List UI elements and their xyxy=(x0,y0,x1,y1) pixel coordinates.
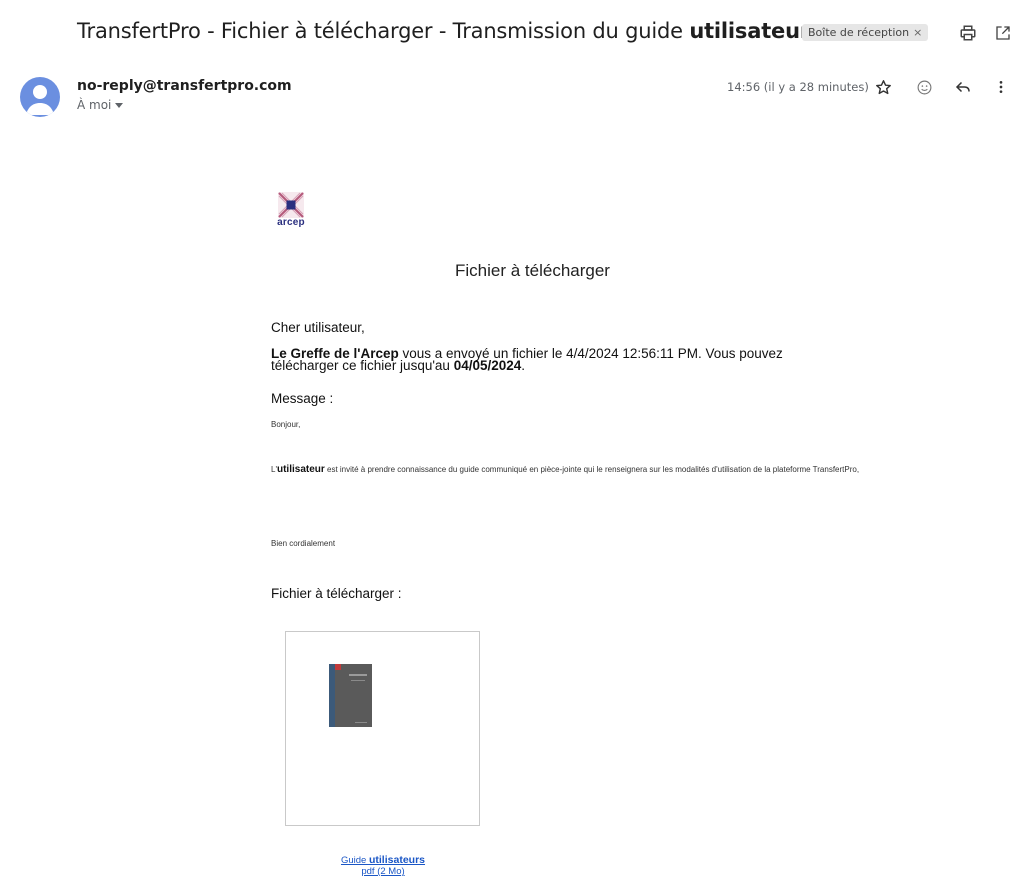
message-highlight: utilisateur xyxy=(276,464,325,475)
inbox-label-text: Boîte de réception xyxy=(808,26,910,39)
sent-notice-end: . xyxy=(521,358,526,373)
arcep-logo-text: arcep xyxy=(277,217,305,228)
remove-label-button[interactable]: × xyxy=(913,26,922,39)
expiry-date: 04/05/2024 xyxy=(453,358,522,373)
sent-notice: Le Greffe de l'Arcep vous a envoyé un fi… xyxy=(271,347,831,373)
recipient-details-toggle[interactable]: À moi xyxy=(77,98,124,112)
sender-avatar[interactable] xyxy=(20,77,60,117)
message-hello: Bonjour, xyxy=(271,420,301,429)
reply-icon[interactable] xyxy=(952,76,974,98)
file-thumbnail[interactable] xyxy=(285,631,480,826)
print-icon[interactable] xyxy=(957,22,979,44)
file-download-link[interactable]: Guide utilisateurs pdf (2 Mo) xyxy=(318,854,448,878)
more-vertical-icon[interactable] xyxy=(990,76,1012,98)
file-name: Guide utilisateurs xyxy=(318,854,448,867)
subject-text: TransfertPro - Fichier à télécharger - T… xyxy=(77,19,683,43)
message-body: L'utilisateur est invité à prendre conna… xyxy=(271,464,871,475)
greeting: Cher utilisateur, xyxy=(271,320,365,335)
file-meta: pdf (2 Mo) xyxy=(361,866,405,877)
message-closing: Bien cordialement xyxy=(271,539,336,548)
file-name-prefix: Guide xyxy=(340,855,369,866)
chevron-down-icon xyxy=(115,103,124,108)
files-section-label: Fichier à télécharger : xyxy=(271,586,402,601)
person-avatar-icon xyxy=(26,85,54,115)
message-label: Message : xyxy=(271,391,334,406)
email-timestamp: 14:56 (il y a 28 minutes) xyxy=(727,80,869,94)
emoji-reaction-icon[interactable] xyxy=(913,76,935,98)
pdf-page-preview xyxy=(329,664,372,727)
arcep-logo: arcep xyxy=(272,192,310,232)
arcep-logo-mark xyxy=(278,192,304,218)
sender-address[interactable]: no-reply@transfertpro.com xyxy=(77,78,292,94)
inbox-label-chip[interactable]: Boîte de réception × xyxy=(802,24,929,41)
email-subject: TransfertPro - Fichier à télécharger - T… xyxy=(77,19,822,43)
open-in-new-window-icon[interactable] xyxy=(992,22,1014,44)
star-icon[interactable] xyxy=(872,76,894,98)
file-name-highlight: utilisateurs xyxy=(368,854,426,866)
subject-row: TransfertPro - Fichier à télécharger - T… xyxy=(0,0,1014,64)
message-body-text: est invité à prendre connaissance du gui… xyxy=(324,465,860,474)
recipient-text: À moi xyxy=(77,98,112,112)
email-content-title: Fichier à télécharger xyxy=(455,261,610,280)
